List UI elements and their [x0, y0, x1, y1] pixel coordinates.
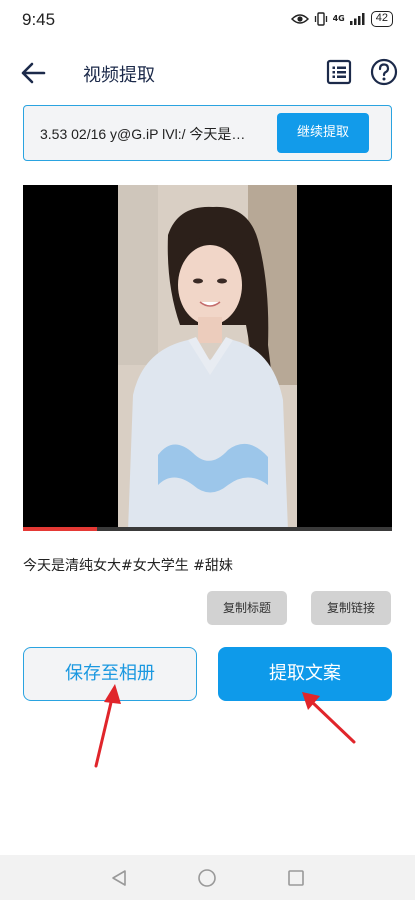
video-progress-fill: [23, 527, 97, 531]
app-header: 视频提取: [0, 50, 415, 96]
nav-home-icon[interactable]: [197, 868, 217, 888]
status-bar: 9:45 4G 42: [0, 0, 415, 40]
link-input-bar[interactable]: 3.53 02/16 y@G.iP lVl:/ 今天是… 继续提取: [23, 105, 392, 161]
eye-icon: [290, 14, 309, 24]
nav-back-icon[interactable]: [109, 868, 129, 888]
status-icons: 4G 42: [290, 11, 393, 27]
page-title: 视频提取: [83, 65, 155, 86]
video-progress-track[interactable]: [23, 527, 392, 531]
save-to-album-button[interactable]: 保存至相册: [23, 647, 197, 701]
extract-text-button[interactable]: 提取文案: [218, 647, 392, 701]
signal-icon: [349, 13, 365, 25]
vibrate-icon: [314, 12, 327, 26]
nav-recent-apps-icon[interactable]: [287, 869, 305, 887]
help-icon[interactable]: [370, 58, 398, 86]
video-thumbnail: [118, 185, 297, 531]
battery-indicator: 42: [370, 11, 393, 27]
status-time: 9:45: [22, 10, 56, 29]
network-type: 4G: [332, 14, 345, 23]
continue-extract-button[interactable]: 继续提取: [277, 113, 369, 153]
link-text[interactable]: 3.53 02/16 y@G.iP lVl:/ 今天是…: [40, 124, 280, 144]
back-arrow-icon[interactable]: [18, 58, 48, 88]
copy-title-button[interactable]: 复制标题: [207, 591, 287, 625]
system-nav-bar: [0, 855, 415, 900]
video-caption: 今天是清纯女大#女大学生 #甜妹: [23, 558, 233, 574]
list-icon[interactable]: [326, 59, 352, 85]
copy-link-button[interactable]: 复制链接: [311, 591, 391, 625]
video-player[interactable]: [23, 185, 392, 531]
